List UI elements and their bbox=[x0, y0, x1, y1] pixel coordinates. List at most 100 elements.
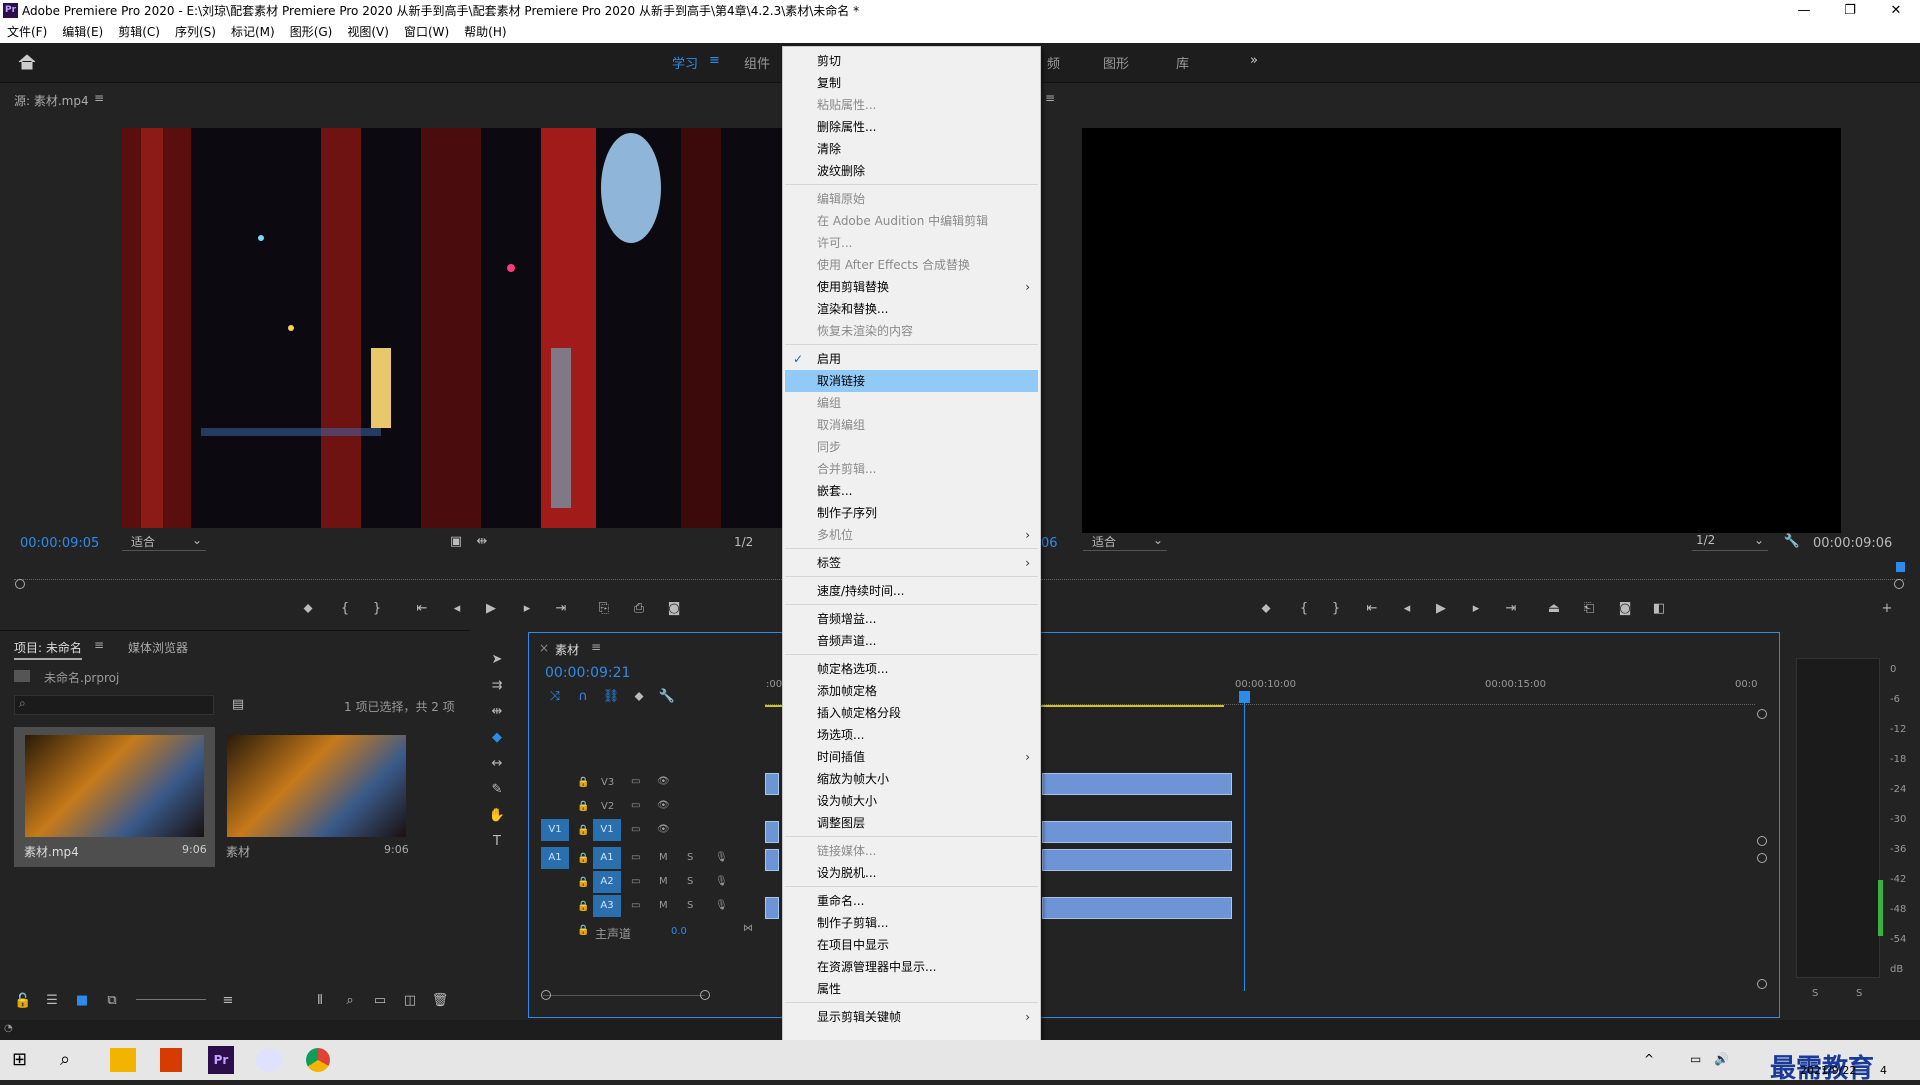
panel-menu-icon[interactable]: ≡ bbox=[94, 91, 104, 105]
automate-to-sequence-icon[interactable]: ⫴ bbox=[310, 991, 330, 1011]
nest-icon[interactable]: ⤨ bbox=[545, 687, 565, 707]
context-menu-item[interactable]: 场选项... bbox=[785, 724, 1038, 746]
app-icon[interactable] bbox=[256, 1048, 282, 1072]
menu-graphics[interactable]: 图形(G) bbox=[283, 22, 341, 42]
program-step-back-icon[interactable]: ◂ bbox=[1397, 599, 1417, 619]
notification-count[interactable]: 4 bbox=[1880, 1064, 1887, 1077]
list-view-icon[interactable]: ☰ bbox=[42, 991, 62, 1011]
track-label[interactable]: A3 bbox=[593, 895, 621, 917]
lock-track-icon[interactable]: 🔒 bbox=[577, 877, 589, 888]
context-menu-item[interactable]: 帧定格选项... bbox=[785, 658, 1038, 680]
windows-start-icon[interactable]: ⊞ bbox=[12, 1050, 32, 1070]
horizontal-zoom-bar[interactable] bbox=[543, 995, 705, 996]
menu-clip[interactable]: 剪辑(C) bbox=[111, 22, 168, 42]
video-clip-v3[interactable] bbox=[1042, 773, 1232, 795]
timeline-timecode[interactable]: 00:00:09:21 bbox=[545, 665, 630, 681]
track-label[interactable]: V3 bbox=[601, 777, 614, 788]
context-menu-item[interactable]: 制作子序列 bbox=[785, 502, 1038, 524]
lock-track-icon[interactable]: 🔒 bbox=[577, 901, 589, 912]
drag-icon[interactable]: ⇹ bbox=[472, 532, 492, 552]
solo-left-button[interactable]: S bbox=[1812, 988, 1818, 999]
toggle-sync-icon[interactable]: ▭ bbox=[631, 852, 640, 863]
zoom-start-handle[interactable] bbox=[541, 990, 551, 1000]
context-menu-item[interactable]: 设为帧大小 bbox=[785, 790, 1038, 812]
source-patch-v1[interactable]: V1 bbox=[541, 819, 569, 841]
mute-icon[interactable]: M bbox=[659, 876, 668, 887]
toggle-sync-icon[interactable]: ▭ bbox=[631, 800, 640, 811]
eye-icon[interactable]: 👁 bbox=[657, 776, 670, 787]
overwrite-icon[interactable]: ⎙ bbox=[629, 599, 649, 619]
icon-view-icon[interactable]: ■ bbox=[72, 991, 92, 1011]
add-marker-icon[interactable]: ⬥ bbox=[298, 599, 318, 619]
context-menu-item[interactable]: 音频声道... bbox=[785, 630, 1038, 652]
context-menu-item[interactable]: 在项目中显示 bbox=[785, 934, 1038, 956]
solo-right-button[interactable]: S bbox=[1856, 988, 1862, 999]
solo-icon[interactable]: S bbox=[687, 852, 693, 863]
workspace-tab-graphics[interactable]: 图形 bbox=[1103, 53, 1129, 72]
track-label[interactable]: V1 bbox=[593, 819, 621, 841]
menu-view[interactable]: 视图(V) bbox=[340, 22, 397, 42]
program-zoom-dropdown[interactable]: 适合 ⌄ bbox=[1083, 533, 1167, 551]
razor-tool-icon[interactable]: ◆ bbox=[487, 728, 507, 748]
context-menu-item[interactable]: 插入帧定格分段 bbox=[785, 702, 1038, 724]
type-tool-icon[interactable]: T bbox=[487, 832, 507, 852]
premiere-taskbar-icon[interactable]: Pr bbox=[208, 1046, 234, 1074]
context-menu-item[interactable]: 使用剪辑替换 › bbox=[785, 276, 1038, 298]
step-back-icon[interactable]: ◂ bbox=[447, 599, 467, 619]
audio-clip-a1[interactable] bbox=[765, 849, 779, 871]
context-menu-item[interactable]: 嵌套... bbox=[785, 480, 1038, 502]
vertical-zoom-handle[interactable] bbox=[1757, 836, 1767, 846]
search-icon[interactable]: ⌕ bbox=[60, 1049, 70, 1070]
office-icon[interactable] bbox=[160, 1048, 182, 1072]
workspace-menu-icon[interactable]: ≡ bbox=[709, 53, 720, 68]
mark-in-icon[interactable]: { bbox=[335, 599, 355, 619]
lock-track-icon[interactable]: 🔒 bbox=[577, 925, 589, 936]
context-menu-item[interactable]: 波纹删除 bbox=[785, 160, 1038, 182]
lock-track-icon[interactable]: 🔒 bbox=[577, 825, 589, 836]
context-menu-item[interactable]: 重命名... bbox=[785, 890, 1038, 912]
more-workspaces-icon[interactable]: » bbox=[1250, 53, 1258, 68]
play-icon[interactable]: ▶ bbox=[481, 599, 501, 619]
program-export-frame-icon[interactable]: ◙ bbox=[1615, 599, 1635, 619]
home-icon[interactable] bbox=[16, 52, 38, 72]
context-menu-item[interactable]: 复制 bbox=[785, 72, 1038, 94]
settings-icon[interactable]: ▣ bbox=[446, 532, 466, 552]
menu-sequence[interactable]: 序列(S) bbox=[168, 22, 224, 42]
source-zoom-dropdown[interactable]: 适合 ⌄ bbox=[122, 533, 206, 551]
toggle-sync-icon[interactable]: ▭ bbox=[631, 876, 640, 887]
source-patch-a1[interactable]: A1 bbox=[541, 847, 569, 869]
tray-chevron-icon[interactable]: ^ bbox=[1644, 1052, 1654, 1066]
program-panel-menu-icon[interactable]: ≡ bbox=[1045, 91, 1055, 105]
context-menu-item[interactable]: 启用 ✓ bbox=[785, 348, 1038, 370]
audio-clip-a1[interactable] bbox=[1042, 849, 1232, 871]
selection-tool-icon[interactable]: ➤ bbox=[487, 650, 507, 670]
context-menu-item[interactable]: 设为脱机... bbox=[785, 862, 1038, 884]
track-label[interactable]: A1 bbox=[593, 847, 621, 869]
context-menu-item[interactable]: 删除属性... bbox=[785, 116, 1038, 138]
comparison-view-icon[interactable]: ◧ bbox=[1649, 599, 1669, 619]
lock-track-icon[interactable]: 🔒 bbox=[577, 801, 589, 812]
solo-icon[interactable]: S bbox=[687, 900, 693, 911]
video-clip-v1[interactable] bbox=[765, 821, 779, 843]
program-timecode[interactable]: 06 bbox=[1041, 536, 1058, 551]
new-bin-from-search-icon[interactable]: ▤ bbox=[228, 695, 248, 715]
vertical-zoom-handle[interactable] bbox=[1757, 979, 1767, 989]
lift-icon[interactable]: ⏏ bbox=[1544, 599, 1564, 619]
mic-icon[interactable]: 🎙 bbox=[715, 900, 728, 911]
menu-help[interactable]: 帮助(H) bbox=[457, 22, 514, 42]
context-menu-item[interactable]: 音频增益... bbox=[785, 608, 1038, 630]
vertical-zoom-handle[interactable] bbox=[1757, 709, 1767, 719]
mic-icon[interactable]: 🎙 bbox=[715, 876, 728, 887]
context-menu-item[interactable]: 取消链接 bbox=[785, 370, 1038, 392]
sequence-tab[interactable]: 素材 bbox=[555, 641, 579, 658]
lock-track-icon[interactable]: 🔒 bbox=[577, 777, 589, 788]
vertical-zoom-handle[interactable] bbox=[1757, 853, 1767, 863]
track-select-tool-icon[interactable]: ⇉ bbox=[487, 676, 507, 696]
program-go-to-in-icon[interactable]: ⇤ bbox=[1362, 599, 1382, 619]
mute-icon[interactable]: M bbox=[659, 900, 668, 911]
program-play-icon[interactable]: ▶ bbox=[1431, 599, 1451, 619]
context-menu-item[interactable]: 渲染和替换... bbox=[785, 298, 1038, 320]
context-menu-item[interactable]: 时间插值 › bbox=[785, 746, 1038, 768]
playhead-handle[interactable] bbox=[1239, 691, 1250, 703]
source-resolution-dropdown[interactable]: 1/2 bbox=[734, 535, 753, 549]
